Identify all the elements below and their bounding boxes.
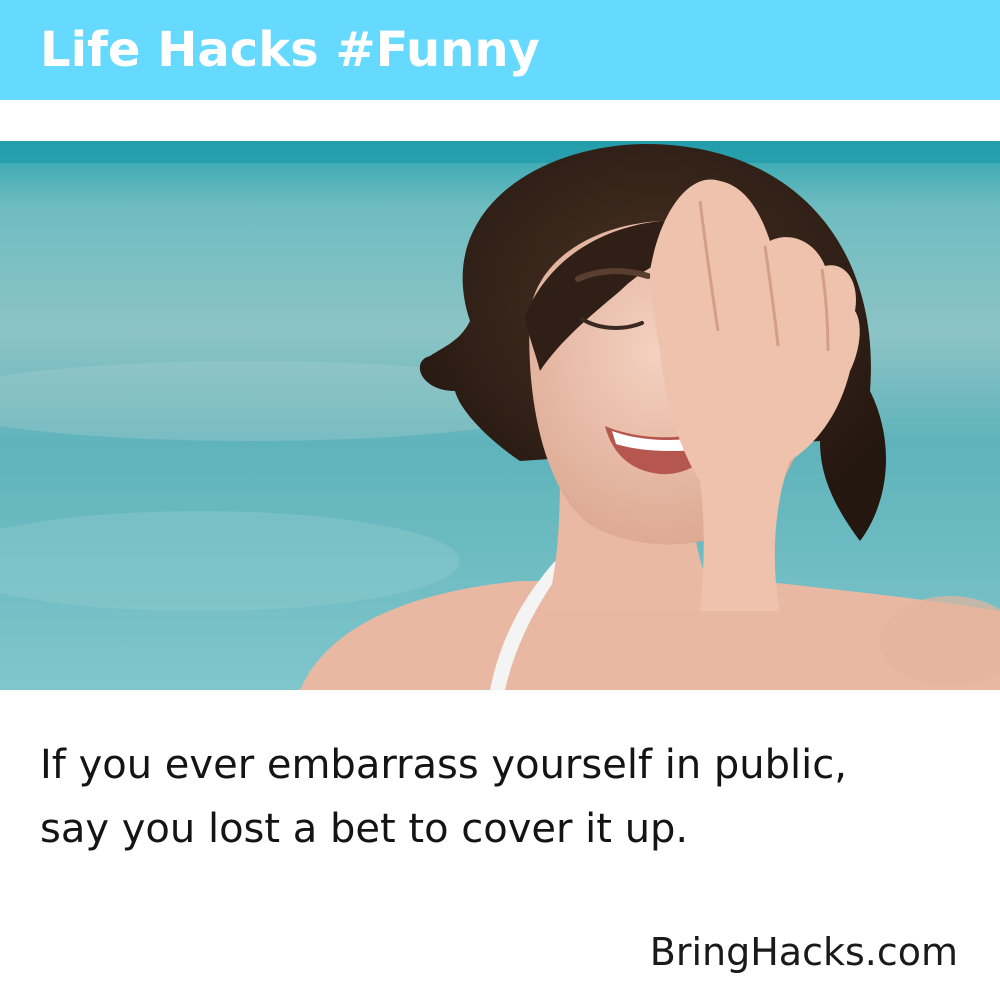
caption-text: If you ever embarrass yourself in public… <box>40 733 970 861</box>
caption-line-1: If you ever embarrass yourself in public… <box>40 742 847 788</box>
photo-woman-facepalm <box>0 141 1000 690</box>
page-title: Life Hacks #Funny <box>40 22 540 78</box>
header-banner: Life Hacks #Funny <box>0 0 1000 100</box>
caption-line-2: say you lost a bet to cover it up. <box>40 806 689 852</box>
meme-card: Life Hacks #Funny If you ever embarrass … <box>0 0 1000 1000</box>
woman-facepalm-icon <box>0 141 1000 690</box>
site-link[interactable]: BringHacks.com <box>650 925 958 979</box>
